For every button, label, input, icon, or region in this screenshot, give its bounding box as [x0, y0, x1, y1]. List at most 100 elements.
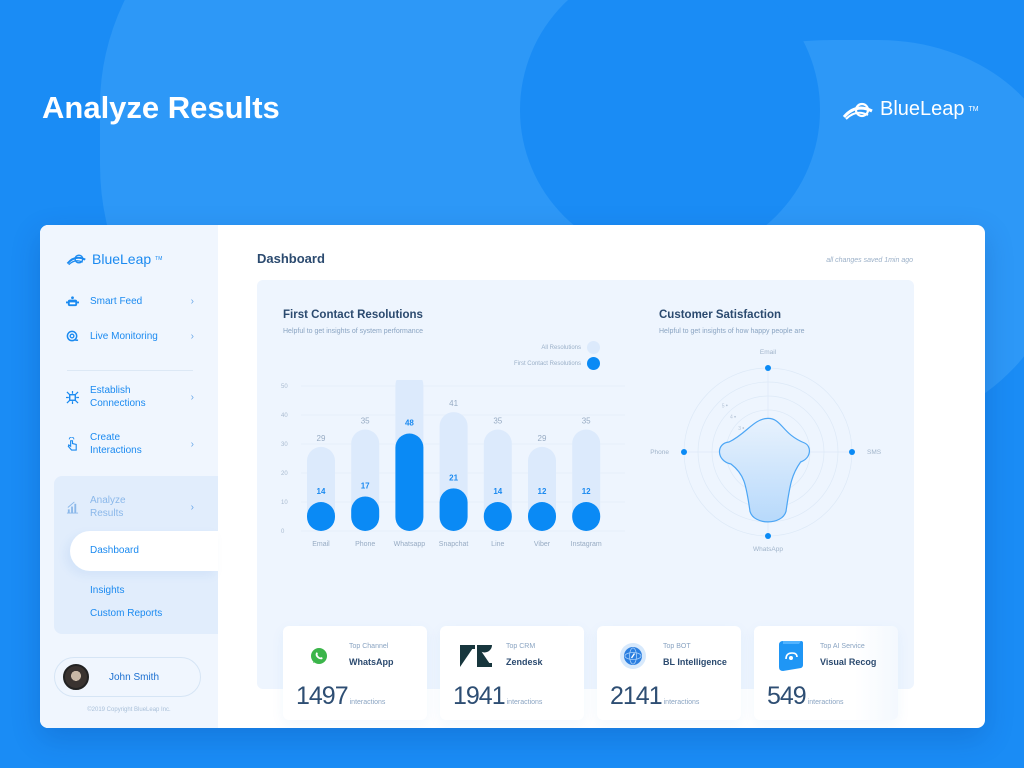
bar-value-label: 12	[582, 487, 591, 496]
stat-card-top-ai-service[interactable]: Top AI Service Visual Recog 549 interacti…	[754, 626, 898, 720]
hero-title: Analyze Results	[42, 90, 280, 125]
bar-first-contact	[483, 502, 512, 531]
x-tick-label: Viber	[534, 541, 551, 548]
subnav-item-dashboard[interactable]: Dashboard	[90, 545, 139, 556]
legend-swatch	[587, 357, 600, 370]
sidebar-item-live-monitoring[interactable]: Live Monitoring ›	[64, 328, 194, 344]
subnav-item-custom-reports[interactable]: Custom Reports	[90, 608, 162, 619]
ring-marker	[742, 427, 745, 429]
app-window: BlueLeap TM Smart Feed › Live Monitoring …	[40, 225, 985, 728]
stat-label: Top Channel	[349, 643, 389, 650]
save-status: all changes saved 1min ago	[826, 257, 913, 264]
dashboard-panel: First Contact Resolutions Helpful to get…	[257, 280, 914, 720]
bar-chart-icon	[64, 499, 80, 515]
x-tick-label: Line	[491, 541, 504, 548]
legend-label: All Resolutions	[541, 344, 581, 351]
y-tick-label: 0	[281, 529, 285, 535]
radar-axis-label: Email	[760, 349, 777, 356]
y-tick-label: 10	[281, 500, 288, 506]
blueleap-logo-icon	[842, 102, 873, 120]
radar-axis-dot	[681, 449, 687, 455]
bar-first-contact	[395, 433, 424, 531]
sidebar-item-analyze-results[interactable]: Analyze Results ›	[64, 494, 194, 520]
stat-unit: interactions	[807, 699, 844, 706]
radar-chart: 12345EmailSMSWhatsAppPhone	[650, 349, 882, 553]
y-tick-label: 40	[281, 413, 288, 419]
stat-label: Top AI Service	[820, 643, 865, 650]
bar-value-label: 14	[493, 487, 502, 496]
bar-value-label: 21	[449, 473, 458, 482]
stat-number: 1497	[296, 682, 349, 710]
x-tick-label: Email	[312, 541, 330, 548]
sidebar-item-create-interactions[interactable]: Create Interactions ›	[64, 431, 194, 457]
bar-first-contact	[439, 488, 468, 531]
ring-label: 5	[722, 403, 725, 409]
stat-number: 1941	[453, 682, 506, 710]
sidebar-item-establish-connections[interactable]: Establish Connections ›	[64, 384, 194, 410]
stat-number: 2141	[610, 682, 663, 710]
bar-chart-title: First Contact Resolutions	[283, 309, 423, 321]
legend-item-first-contact[interactable]: First Contact Resolutions	[514, 357, 600, 370]
legend-label: First Contact Resolutions	[513, 360, 581, 367]
bar-value-label: 41	[449, 399, 458, 408]
sidebar-divider	[67, 370, 193, 371]
hero-brand-name: BlueLeap	[880, 98, 965, 120]
monitoring-icon	[64, 328, 80, 344]
bar-value-label: 35	[493, 417, 502, 426]
bar-value-label: 29	[538, 434, 547, 443]
stat-number: 549	[767, 682, 807, 710]
bot-icon	[617, 640, 649, 672]
sidebar-item-label: Create Interactions	[90, 432, 142, 456]
bar-value-label: 35	[582, 417, 591, 426]
avatar	[63, 664, 89, 690]
bar-value-label: 35	[361, 417, 370, 426]
copyright-text: ©2019 Copyright BlueLeap Inc.	[87, 707, 171, 713]
stat-value: 549 interactions	[767, 682, 844, 711]
stat-label: Top BOT	[663, 643, 691, 650]
bar-chart: 010203040502914Email3517Phone5548Whatsap…	[281, 380, 625, 548]
user-profile-button[interactable]: John Smith	[54, 657, 201, 697]
stat-name: BL Intelligence	[663, 657, 727, 667]
sidebar-item-label: Analyze Results	[90, 495, 126, 519]
sidebar-brand-name: BlueLeap	[92, 251, 152, 267]
bar-first-contact	[572, 502, 601, 531]
radar-chart-subtitle: Helpful to get insights of how happy peo…	[659, 328, 805, 335]
radar-axis-label: Phone	[650, 449, 669, 456]
stat-card-top-crm[interactable]: Top CRM Zendesk 1941 interactions	[440, 626, 584, 720]
stat-card-top-bot[interactable]: Top BOT BL Intelligence 2141 interactions	[597, 626, 741, 720]
sidebar-item-smart-feed[interactable]: Smart Feed ›	[64, 293, 194, 309]
radar-chart-title: Customer Satisfaction	[659, 309, 782, 321]
sidebar-brand-logo[interactable]: BlueLeap TM	[66, 251, 162, 267]
radar-axis-label: WhatsApp	[753, 546, 783, 553]
y-tick-label: 50	[281, 384, 288, 390]
x-tick-label: Phone	[355, 541, 375, 548]
sidebar-item-label: Smart Feed	[90, 295, 143, 307]
bar-first-contact	[528, 502, 556, 531]
ring-marker	[734, 415, 736, 418]
subnav-item-insights[interactable]: Insights	[90, 585, 124, 596]
stat-value: 2141 interactions	[610, 682, 699, 711]
y-tick-label: 30	[281, 442, 288, 448]
legend-item-all-resolutions[interactable]: All Resolutions	[541, 341, 600, 354]
page-title: Dashboard	[257, 251, 325, 266]
chevron-right-icon: ›	[190, 391, 194, 403]
sidebar-item-label: Establish Connections	[90, 385, 146, 409]
radar-axis-dot	[765, 365, 771, 371]
bar-value-label: 29	[317, 434, 326, 443]
robot-icon	[64, 293, 80, 309]
ai-service-icon	[774, 640, 806, 672]
bar-value-label: 14	[317, 487, 326, 496]
ring-label: 3	[738, 426, 741, 432]
bar-chart-subtitle: Helpful to get insights of system perfor…	[283, 328, 424, 335]
radar-axis-label: SMS	[867, 449, 882, 456]
whatsapp-icon	[303, 640, 335, 672]
chevron-right-icon: ›	[190, 501, 194, 513]
chevron-right-icon: ›	[190, 295, 194, 307]
bar-value-label: 17	[361, 481, 370, 490]
trademark: TM	[968, 106, 979, 113]
chevron-right-icon: ›	[190, 438, 194, 450]
radar-axis-dot	[849, 449, 855, 455]
bar-first-contact	[307, 502, 335, 531]
stat-card-top-channel[interactable]: Top Channel WhatsApp 1497 interactions	[283, 626, 427, 720]
sidebar: BlueLeap TM Smart Feed › Live Monitoring …	[40, 225, 218, 728]
